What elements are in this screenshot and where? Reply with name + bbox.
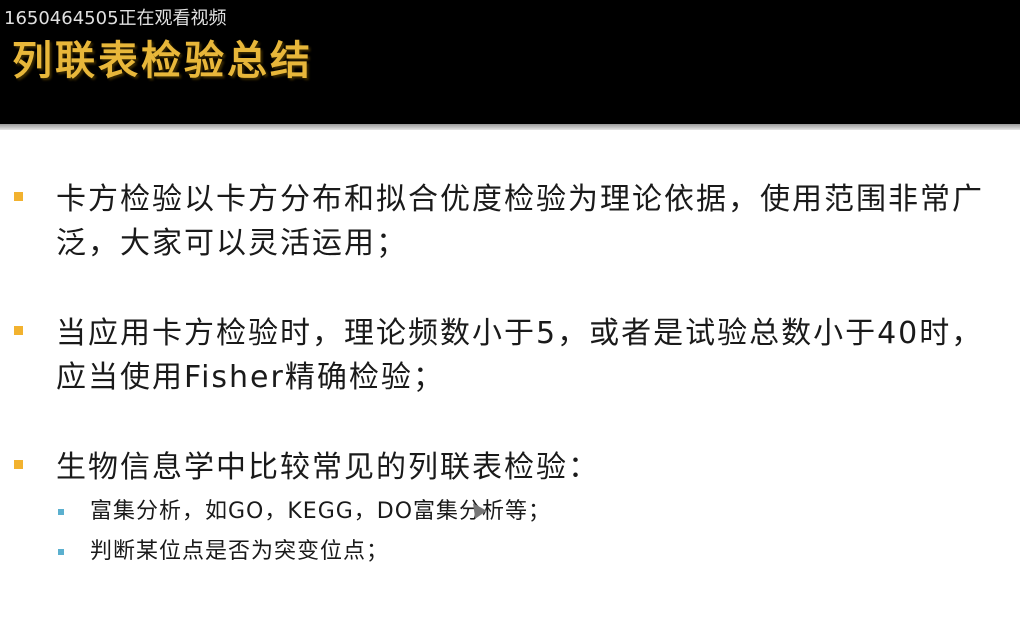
bullet-text: 卡方检验以卡方分布和拟合优度检验为理论依据，使用范围非常广泛，大家可以灵活运用； [56,182,984,261]
slide-title: 列联表检验总结 [12,37,313,84]
bullet-square-icon [14,460,23,469]
sub-bullet-text: 判断某位点是否为突变位点； [90,539,390,564]
bullet-text: 生物信息学中比较常见的列联表检验： [56,450,600,485]
bullet-text: 当应用卡方检验时，理论频数小于5，或者是试验总数小于40时，应当使用Fisher… [56,316,984,395]
sub-bullet-square-icon [58,509,64,515]
viewer-watermark: 1650464505正在观看视频 [4,8,227,29]
bullet-square-icon [14,326,23,335]
bullet-square-icon [14,192,23,201]
header-divider [0,124,1020,130]
sub-bullet-square-icon [58,549,64,555]
